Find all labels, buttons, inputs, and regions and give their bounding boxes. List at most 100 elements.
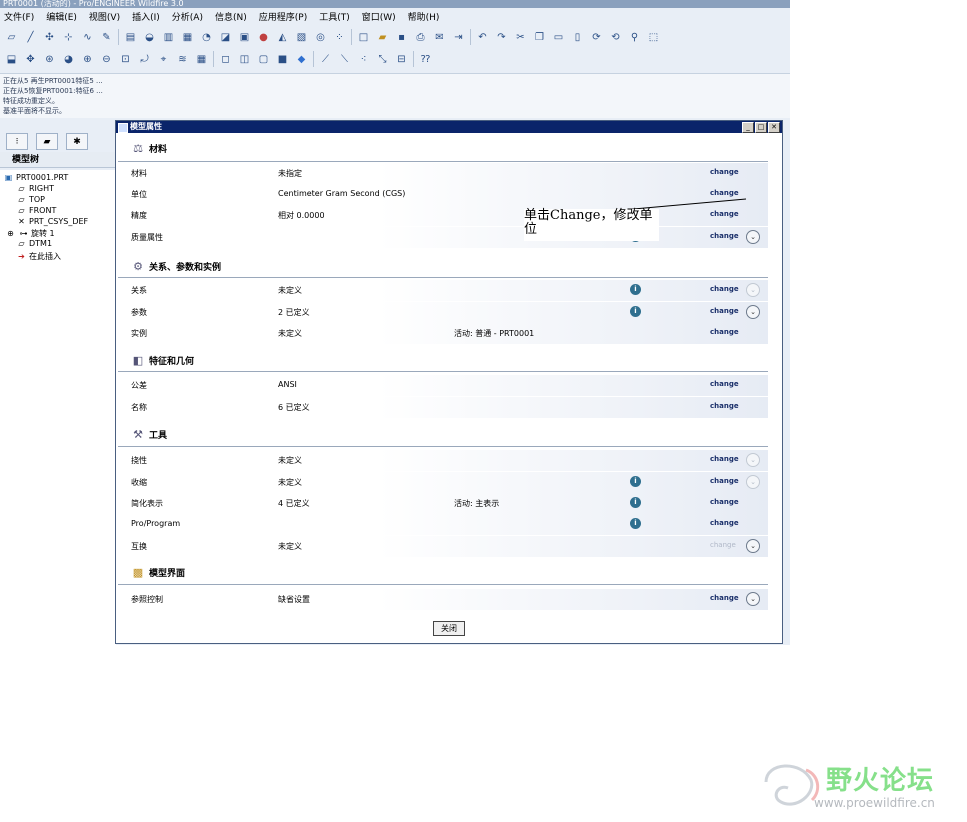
change-link[interactable]: change bbox=[710, 594, 739, 602]
shading-icon[interactable]: ■ bbox=[275, 52, 290, 67]
menu-info[interactable]: 信息(N) bbox=[215, 10, 247, 23]
shell-icon[interactable]: ▣ bbox=[237, 30, 252, 45]
pattern-icon[interactable]: ⁘ bbox=[332, 30, 347, 45]
tree-item-right[interactable]: ▱ RIGHT bbox=[16, 184, 54, 193]
expand-chevron-icon[interactable]: ⌄ bbox=[746, 453, 760, 467]
chamfer-icon[interactable]: ◪ bbox=[218, 30, 233, 45]
redo-icon[interactable]: ↷ bbox=[494, 30, 509, 45]
save-icon[interactable]: ▪ bbox=[394, 30, 409, 45]
zoom-out-icon[interactable]: ⊖ bbox=[99, 52, 114, 67]
expand-chevron-icon[interactable]: ⌄ bbox=[746, 305, 760, 319]
change-link[interactable]: change bbox=[710, 455, 739, 463]
regen-manager-icon[interactable]: ⟲ bbox=[608, 30, 623, 45]
model-tree-toggle-icon[interactable]: ◆ bbox=[294, 52, 309, 67]
open-icon[interactable]: ▰ bbox=[375, 30, 390, 45]
change-link[interactable]: change bbox=[710, 168, 739, 176]
menu-analysis[interactable]: 分析(A) bbox=[172, 10, 203, 23]
select-box-icon[interactable]: ⬚ bbox=[646, 30, 661, 45]
change-link[interactable]: change bbox=[710, 402, 739, 410]
menu-window[interactable]: 窗口(W) bbox=[362, 10, 396, 23]
revolve-icon[interactable]: ◒ bbox=[142, 30, 157, 45]
hidden-line-icon[interactable]: ◫ bbox=[237, 52, 252, 67]
no-hidden-icon[interactable]: ▢ bbox=[256, 52, 271, 67]
minimize-button[interactable]: _ bbox=[742, 122, 754, 133]
find-icon[interactable]: ⚲ bbox=[627, 30, 642, 45]
change-link[interactable]: change bbox=[710, 307, 739, 315]
change-link[interactable]: change bbox=[710, 285, 739, 293]
expand-chevron-icon[interactable]: ⌄ bbox=[746, 539, 760, 553]
round-icon[interactable]: ◔ bbox=[199, 30, 214, 45]
favorites-tab-icon[interactable]: ✱ bbox=[66, 133, 88, 150]
context-help-icon[interactable]: ⁇ bbox=[418, 52, 433, 67]
tree-item-part[interactable]: ▣ PRT0001.PRT bbox=[3, 173, 69, 182]
appearance-gallery-icon[interactable]: ◕ bbox=[61, 52, 76, 67]
change-link[interactable]: change bbox=[710, 519, 739, 527]
datum-axis-icon[interactable]: ╱ bbox=[23, 30, 38, 45]
blend-icon[interactable]: ▦ bbox=[180, 30, 195, 45]
regenerate-icon[interactable]: ⟳ bbox=[589, 30, 604, 45]
datum-axes-on-icon[interactable]: ⟍ bbox=[337, 52, 352, 67]
datum-point-icon[interactable]: ✣ bbox=[42, 30, 57, 45]
folder-browser-tab-icon[interactable]: ▰ bbox=[36, 133, 58, 150]
change-link[interactable]: change bbox=[710, 189, 739, 197]
view-manager-icon[interactable]: ▦ bbox=[194, 52, 209, 67]
datum-csys-icon[interactable]: ⊹ bbox=[61, 30, 76, 45]
tree-item-csys[interactable]: ✕ PRT_CSYS_DEF bbox=[16, 217, 88, 226]
close-button[interactable]: 关闭 bbox=[433, 621, 465, 636]
datum-points-on-icon[interactable]: ⁖ bbox=[356, 52, 371, 67]
tree-item-front[interactable]: ▱ FRONT bbox=[16, 206, 56, 215]
refit-icon[interactable]: ⊡ bbox=[118, 52, 133, 67]
expand-chevron-icon[interactable]: ⌄ bbox=[746, 283, 760, 297]
paste-icon[interactable]: ▭ bbox=[551, 30, 566, 45]
datum-curve-icon[interactable]: ∿ bbox=[80, 30, 95, 45]
datum-planes-on-icon[interactable]: ⟋ bbox=[318, 52, 333, 67]
menu-insert[interactable]: 插入(I) bbox=[132, 10, 160, 23]
rib-icon[interactable]: ▧ bbox=[294, 30, 309, 45]
expand-plus-icon[interactable]: ⊕ bbox=[5, 229, 16, 238]
print-icon[interactable]: ⎙ bbox=[413, 30, 428, 45]
menu-edit[interactable]: 编辑(E) bbox=[46, 10, 77, 23]
change-link[interactable]: change bbox=[710, 477, 739, 485]
expand-chevron-icon[interactable]: ⌄ bbox=[746, 592, 760, 606]
expand-chevron-icon[interactable]: ⌄ bbox=[746, 475, 760, 489]
menu-file[interactable]: 文件(F) bbox=[4, 10, 34, 23]
tree-item-insert-here[interactable]: ➔ 在此插入 bbox=[16, 251, 61, 262]
datum-plane-icon[interactable]: ▱ bbox=[4, 30, 19, 45]
wireframe-icon[interactable]: ◻ bbox=[218, 52, 233, 67]
annotation-on-icon[interactable]: ⊟ bbox=[394, 52, 409, 67]
info-icon[interactable]: i bbox=[630, 476, 641, 487]
info-icon[interactable]: i bbox=[630, 497, 641, 508]
new-icon[interactable]: □ bbox=[356, 30, 371, 45]
sweep-icon[interactable]: ▥ bbox=[161, 30, 176, 45]
info-icon[interactable]: i bbox=[630, 518, 641, 529]
menu-help[interactable]: 帮助(H) bbox=[408, 10, 440, 23]
tree-item-dtm1[interactable]: ▱ DTM1 bbox=[16, 239, 52, 248]
appearance-icon[interactable]: ● bbox=[256, 30, 271, 45]
tree-item-revolve[interactable]: ⊕ ⊶ 旋转 1 bbox=[5, 228, 55, 239]
email-icon[interactable]: ✉ bbox=[432, 30, 447, 45]
layers-icon[interactable]: ≋ bbox=[175, 52, 190, 67]
send-icon[interactable]: ⇥ bbox=[451, 30, 466, 45]
menu-view[interactable]: 视图(V) bbox=[89, 10, 120, 23]
saved-views-icon[interactable]: ⌖ bbox=[156, 52, 171, 67]
change-link[interactable]: change bbox=[710, 328, 739, 336]
change-link[interactable]: change bbox=[710, 498, 739, 506]
info-icon[interactable]: i bbox=[630, 306, 641, 317]
draft-icon[interactable]: ◭ bbox=[275, 30, 290, 45]
change-link[interactable]: change bbox=[710, 380, 739, 388]
menu-tools[interactable]: 工具(T) bbox=[319, 10, 350, 23]
csys-on-icon[interactable]: ⤡ bbox=[375, 52, 390, 67]
reorient-icon[interactable]: ⤾ bbox=[137, 52, 152, 67]
sketch-icon[interactable]: ✎ bbox=[99, 30, 114, 45]
extrude-icon[interactable]: ▤ bbox=[123, 30, 138, 45]
repaint-icon[interactable]: ⬓ bbox=[4, 52, 19, 67]
paste-special-icon[interactable]: ▯ bbox=[570, 30, 585, 45]
maximize-button[interactable]: □ bbox=[755, 122, 767, 133]
info-icon[interactable]: i bbox=[630, 284, 641, 295]
cut-icon[interactable]: ✂ bbox=[513, 30, 528, 45]
tree-item-top[interactable]: ▱ TOP bbox=[16, 195, 45, 204]
model-tree-tab-icon[interactable]: ⁝ bbox=[6, 133, 28, 150]
orient-mode-icon[interactable]: ⊛ bbox=[42, 52, 57, 67]
undo-icon[interactable]: ↶ bbox=[475, 30, 490, 45]
hole-icon[interactable]: ◎ bbox=[313, 30, 328, 45]
